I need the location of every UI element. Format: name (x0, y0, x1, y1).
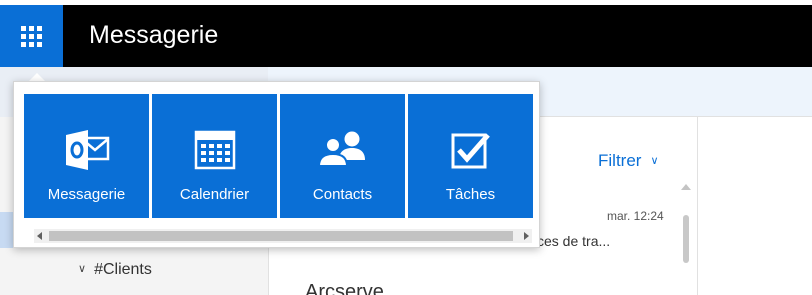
app-launcher-flyout: Messagerie Calendrier Contacts Tâches (13, 81, 540, 248)
launcher-horizontal-scrollbar[interactable] (34, 229, 532, 243)
message-time: mar. 12:24 (607, 209, 664, 223)
app-title[interactable]: Messagerie (89, 19, 218, 51)
message-list-scrollbar[interactable] (683, 215, 689, 263)
outlook-icon (24, 128, 149, 172)
people-icon (280, 128, 405, 172)
tile-label: Calendrier (179, 186, 250, 203)
filter-label: Filtrer (598, 151, 642, 170)
folder-item-clients[interactable]: ∨ #Clients (78, 258, 152, 281)
tile-label: Messagerie (47, 186, 126, 203)
task-check-icon (408, 128, 533, 172)
tile-label: Tâches (445, 186, 496, 203)
calendar-icon (152, 128, 277, 172)
tile-label: Contacts (312, 186, 373, 203)
scrollbar-thumb[interactable] (49, 231, 513, 241)
tile-calendrier[interactable]: Calendrier (152, 94, 277, 218)
tile-messagerie[interactable]: Messagerie (24, 94, 149, 218)
scroll-left-arrow-icon[interactable] (37, 232, 42, 240)
top-bar: Messagerie (0, 5, 812, 67)
scroll-right-arrow-icon[interactable] (524, 232, 529, 240)
scroll-up-arrow[interactable] (681, 184, 691, 190)
message-sender[interactable]: Arcserve (305, 280, 384, 295)
filter-button[interactable]: Filtrer ∨ (598, 150, 659, 172)
message-preview[interactable]: ces de tra... (537, 232, 610, 250)
folder-label: #Clients (94, 261, 152, 278)
reading-pane-divider (697, 117, 698, 295)
app-launcher-button[interactable] (0, 5, 63, 67)
waffle-icon (21, 25, 42, 47)
tile-contacts[interactable]: Contacts (280, 94, 405, 218)
outlook-window: ∨ #Clients Filtrer ∨ mar. 12:24 ces de tra… (0, 0, 812, 295)
selected-folder-highlight (0, 212, 14, 248)
app-tiles: Messagerie Calendrier Contacts Tâches (24, 94, 533, 218)
chevron-down-icon[interactable]: ∨ (78, 258, 86, 280)
chevron-down-icon: ∨ (650, 155, 659, 167)
tile-taches[interactable]: Tâches (408, 94, 533, 218)
